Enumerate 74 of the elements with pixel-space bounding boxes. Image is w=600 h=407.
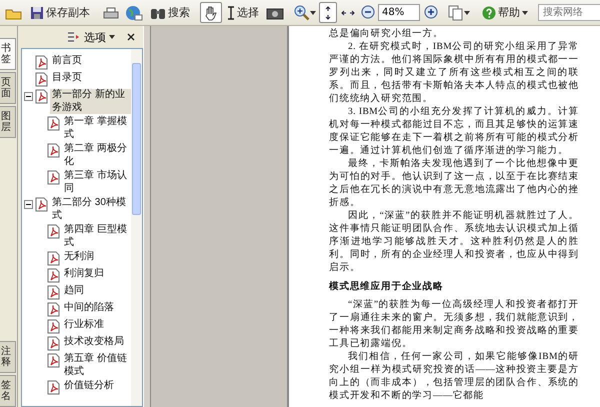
side-tab[interactable]: 图层 xyxy=(0,106,16,138)
side-tab[interactable]: 签名 xyxy=(0,375,16,407)
body-paragraph: “深蓝”的获胜为每一位高级经理人和投资者都打开了一扇通往未来的窗户。无须多想，我们就能意识到，一种将来我们都能用来制定商务战略和投资战略的重要工具已初露端倪。 xyxy=(329,299,579,351)
fit-page-icon xyxy=(323,6,333,20)
pdf-page-icon xyxy=(47,116,60,131)
zoom-in-icon[interactable] xyxy=(424,4,438,20)
pdf-page-icon xyxy=(35,55,48,70)
hand-icon xyxy=(204,4,218,20)
pdf-page-icon xyxy=(47,268,60,283)
bookmark-item[interactable]: 第五章 价值链模式 xyxy=(62,353,131,378)
help-icon xyxy=(482,6,496,20)
bookmark-item[interactable]: 第三章 市场认同 xyxy=(62,170,131,195)
zoom-field[interactable]: 48% xyxy=(378,4,420,21)
bookmark-item[interactable]: 中间的陷落 xyxy=(62,302,116,314)
globe-mail-icon[interactable] xyxy=(125,4,143,20)
pdf-page-icon xyxy=(47,353,60,368)
body-paragraph: 2. 在研究模式时，IBM公司的研究小组采用了异常严谨的方法。他们将国际象棋中所有有用的模式都一一罗列出来，同时又建立了所有这些模式相互之间的联系。而且，包括带有卡斯帕洛夫本人特点的模式也被他们统统纳入研究范围。 xyxy=(329,41,579,106)
close-icon[interactable] xyxy=(127,33,135,41)
list-icon xyxy=(67,31,81,43)
bookmark-item[interactable]: 趋同 xyxy=(62,285,86,298)
hand-tool-button[interactable] xyxy=(200,2,222,23)
fit-page-button[interactable] xyxy=(319,2,337,23)
pdf-page-icon xyxy=(47,380,60,395)
bookmark-item[interactable]: 行业标准 xyxy=(62,319,106,332)
collapse-icon[interactable] xyxy=(24,200,33,209)
scrollbar[interactable] xyxy=(131,49,142,406)
pdf-page-icon xyxy=(47,285,60,300)
bookmark-item[interactable]: 目录页 xyxy=(50,72,84,84)
zoom-out-icon[interactable] xyxy=(361,4,375,20)
pdf-page-icon xyxy=(47,302,60,317)
bookmark-item[interactable]: 价值链分析 xyxy=(62,380,116,392)
pdf-page-icon xyxy=(47,224,60,239)
side-tab[interactable]: 注释 xyxy=(0,341,16,373)
body-paragraph: 因此，“深蓝”的获胜并不能证明机器就胜过了人。这件事情只能证明团队合作、系统地去认识模式加上循序渐进地学习能够战胜天才。这种胜利仍然是人的胜利。同时，所有的企业经理人和投资者，也应从中得到启示。 xyxy=(329,210,579,275)
pages-icon[interactable] xyxy=(448,4,464,20)
side-tab[interactable]: 页面 xyxy=(0,72,16,104)
bookmark-item[interactable]: 无利润 xyxy=(62,251,96,264)
body-paragraph: 最终，卡斯帕洛夫发现他遇到了一个比他想像中更为可怕的对手。他认识到了这一点，以至于在比赛结束之后他在冗长的演说中有意无意地流露出了他内心的挫折感。 xyxy=(329,158,579,210)
text-cursor-icon xyxy=(227,6,235,20)
body-paragraph: 总是偏向研究小组一方。 xyxy=(329,28,444,41)
bookmark-item[interactable]: 第二部分 30种模式 xyxy=(50,197,131,222)
caret-icon xyxy=(464,10,470,14)
pdf-page-icon xyxy=(47,251,60,266)
bookmark-item[interactable]: 技术改变格局 xyxy=(62,336,126,348)
pdf-page-icon xyxy=(35,197,48,212)
bookmark-item[interactable]: 第二章 两极分化 xyxy=(62,143,131,168)
bookmark-item[interactable]: 前言页 xyxy=(50,55,84,68)
caret-icon xyxy=(310,10,316,14)
panel-splitter[interactable] xyxy=(143,26,151,407)
pdf-page-icon xyxy=(35,72,48,87)
body-paragraph: 3. IBM公司的小组充分发挥了计算机的威力。计算机对每一种模式都能过目不忘，而且其足够快的运算速度保证它能够在走下一着棋之前将所有可能的模式分析一遍。通过计算机他们创造了循序渐进的学习能力。 xyxy=(329,106,579,158)
select-tool-button[interactable]: 选择 xyxy=(223,2,263,23)
caret-icon xyxy=(522,10,528,14)
bookmark-item[interactable]: 利润复归 xyxy=(62,268,106,280)
printer-icon[interactable] xyxy=(102,4,120,20)
save-copy-button[interactable]: 保存副本 xyxy=(26,2,94,23)
web-search-field[interactable]: 搜索网络 xyxy=(538,4,600,21)
search-button[interactable]: 搜索 xyxy=(146,2,194,23)
pdf-page-icon xyxy=(47,170,60,185)
pdf-page-icon xyxy=(35,89,48,104)
pdf-page-icon xyxy=(47,336,60,351)
section-heading: 模式思维应用于企业战略 xyxy=(329,281,444,294)
bookmark-item[interactable]: 第一部分 新的业务游戏 xyxy=(50,89,131,114)
help-button[interactable]: 帮助 xyxy=(478,2,532,23)
body-paragraph: 我们相信，任何一家公司，如果它能够像IBM的研究小组一样为模式研究投资的话——这种投资主要是方向上的（而非成本），包括管理层的团队合作、系统的模式开发和不断的学习——它都能 xyxy=(329,351,579,403)
caret-icon xyxy=(109,35,115,39)
zoom-in-magnifier-icon[interactable] xyxy=(294,4,310,20)
pdf-page-icon xyxy=(47,319,60,334)
pdf-page-icon xyxy=(47,143,60,158)
bookmark-item[interactable]: 第四章 巨型模式 xyxy=(62,224,131,249)
side-tab[interactable]: 书签 xyxy=(0,38,16,70)
options-menu-button[interactable]: 选项 xyxy=(67,30,115,44)
bookmark-item[interactable]: 第一章 掌握模式 xyxy=(62,116,131,141)
collapse-icon[interactable] xyxy=(24,92,33,101)
